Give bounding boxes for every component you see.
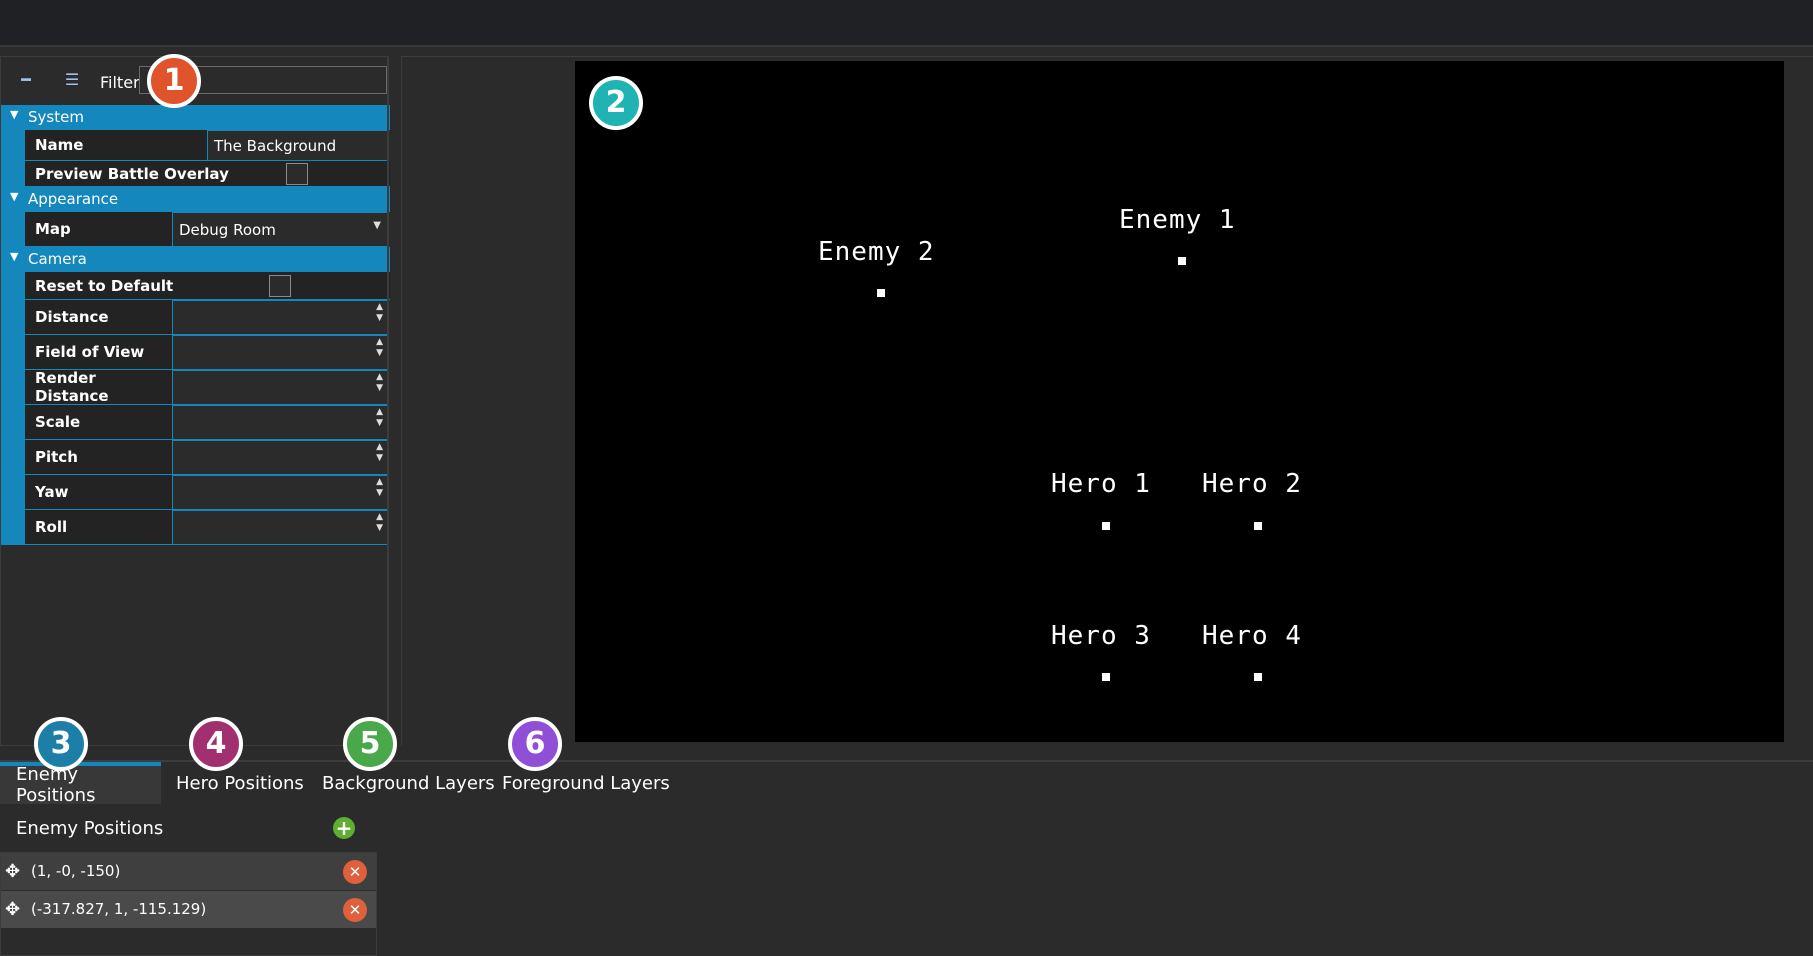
chevron-down-icon: ▼ xyxy=(10,108,19,121)
enemy-2-marker[interactable] xyxy=(877,289,885,297)
map-select[interactable]: Debug Room ▼ xyxy=(172,212,388,247)
reset-to-default-checkbox[interactable] xyxy=(269,275,291,297)
property-row-roll: Roll ▲ ▼ xyxy=(1,510,390,545)
spinner-arrows-icon[interactable]: ▲ ▼ xyxy=(376,372,383,394)
spinner-arrows-icon[interactable]: ▲ ▼ xyxy=(376,512,383,534)
preview-battle-overlay-checkbox[interactable] xyxy=(286,163,308,185)
property-row-preview: Preview Battle Overlay xyxy=(1,161,390,187)
property-label: Reset to Default xyxy=(25,272,390,300)
property-label: Yaw xyxy=(25,475,172,510)
property-label: Name xyxy=(25,130,207,161)
list-item[interactable]: ✥ (1, -0, -150) ✕ xyxy=(1,853,376,891)
minus-icon[interactable]: ━ xyxy=(15,71,37,89)
field-of-view-field[interactable]: ▲ ▼ xyxy=(172,335,388,370)
category-label: System xyxy=(28,108,84,126)
spinner-arrows-icon[interactable]: ▲ ▼ xyxy=(376,477,383,499)
hero-2-label: Hero 2 xyxy=(1202,469,1302,499)
hero-3-label: Hero 3 xyxy=(1051,621,1151,651)
list-item[interactable]: ✥ (-317.827, 1, -115.129) ✕ xyxy=(1,891,376,929)
property-panel: ━ ☰ Filter ▼ System Name The Background … xyxy=(0,56,390,746)
enemy-1-marker[interactable] xyxy=(1178,257,1186,265)
move-icon[interactable]: ✥ xyxy=(5,861,20,882)
move-icon[interactable]: ✥ xyxy=(5,899,20,920)
property-label: Roll xyxy=(25,510,172,545)
spinner-arrows-icon[interactable]: ▲ ▼ xyxy=(376,407,383,429)
property-label: Render Distance xyxy=(25,369,172,405)
hero-4-label: Hero 4 xyxy=(1202,621,1302,651)
tab-background-layers[interactable]: Background Layers xyxy=(306,762,511,804)
callout-badge-6: 6 xyxy=(508,717,562,771)
hero-1-marker[interactable] xyxy=(1102,522,1110,530)
callout-badge-3: 3 xyxy=(34,717,88,771)
property-label: Pitch xyxy=(25,440,172,475)
category-system[interactable]: ▼ System xyxy=(1,105,390,130)
callout-badge-1: 1 xyxy=(147,54,201,108)
property-row-pitch: Pitch ▲ ▼ xyxy=(1,440,390,475)
spinner-arrows-icon[interactable]: ▲ ▼ xyxy=(376,442,383,464)
position-value: (1, -0, -150) xyxy=(31,862,121,880)
category-label: Camera xyxy=(28,250,87,268)
map-select-value: Debug Room xyxy=(179,220,276,239)
name-field[interactable]: The Background xyxy=(207,130,388,161)
enemy-2-label: Enemy 2 xyxy=(818,237,935,267)
hero-3-marker[interactable] xyxy=(1102,673,1110,681)
render-distance-field[interactable]: ▲ ▼ xyxy=(172,370,388,405)
title-bar xyxy=(0,0,1813,47)
hero-4-marker[interactable] xyxy=(1254,673,1262,681)
enemy-1-label: Enemy 1 xyxy=(1119,205,1236,235)
hero-1-label: Hero 1 xyxy=(1051,469,1151,499)
callout-badge-4: 4 xyxy=(189,717,243,771)
close-icon[interactable]: ✕ xyxy=(343,898,367,922)
property-label: Preview Battle Overlay xyxy=(25,161,390,187)
property-row-scale: Scale ▲ ▼ xyxy=(1,405,390,440)
filter-label: Filter xyxy=(100,73,140,92)
chevron-down-icon: ▼ xyxy=(10,190,19,203)
distance-field[interactable]: ▲ ▼ xyxy=(172,300,388,335)
chevron-down-icon: ▼ xyxy=(373,220,381,231)
callout-badge-2: 2 xyxy=(589,76,643,130)
callout-badge-5: 5 xyxy=(343,717,397,771)
plus-icon[interactable]: + xyxy=(333,817,355,839)
property-row-reset: Reset to Default xyxy=(1,272,390,300)
property-row-map: Map Debug Room ▼ xyxy=(1,212,390,247)
property-row-fov: Field of View ▲ ▼ xyxy=(1,335,390,370)
property-label: Field of View xyxy=(25,335,172,370)
property-label: Map xyxy=(25,212,172,247)
property-row-yaw: Yaw ▲ ▼ xyxy=(1,475,390,510)
tab-foreground-layers[interactable]: Foreground Layers xyxy=(486,762,686,804)
spinner-arrows-icon[interactable]: ▲ ▼ xyxy=(376,337,383,359)
chevron-down-icon: ▼ xyxy=(10,250,19,263)
property-label: Distance xyxy=(25,300,172,335)
enemy-positions-list: ✥ (1, -0, -150) ✕ ✥ (-317.827, 1, -115.1… xyxy=(0,852,377,956)
category-appearance[interactable]: ▼ Appearance xyxy=(1,187,390,212)
list-icon[interactable]: ☰ xyxy=(61,71,83,89)
spinner-arrows-icon[interactable]: ▲ ▼ xyxy=(376,302,383,324)
roll-field[interactable]: ▲ ▼ xyxy=(172,510,388,545)
property-label: Scale xyxy=(25,405,172,440)
yaw-field[interactable]: ▲ ▼ xyxy=(172,475,388,510)
tab-enemy-positions[interactable]: Enemy Positions xyxy=(0,762,161,806)
category-label: Appearance xyxy=(28,190,119,208)
close-icon[interactable]: ✕ xyxy=(343,860,367,884)
enemy-positions-title: Enemy Positions xyxy=(16,818,164,839)
pitch-field[interactable]: ▲ ▼ xyxy=(172,440,388,475)
tab-hero-positions[interactable]: Hero Positions xyxy=(160,762,320,804)
property-row-distance: Distance ▲ ▼ xyxy=(1,300,390,335)
battle-viewport[interactable]: Enemy 1 Enemy 2 Hero 1 Hero 2 Hero 3 Her… xyxy=(575,61,1784,742)
scale-field[interactable]: ▲ ▼ xyxy=(172,405,388,440)
hero-2-marker[interactable] xyxy=(1254,522,1262,530)
property-row-name: Name The Background xyxy=(1,130,390,161)
position-value: (-317.827, 1, -115.129) xyxy=(31,900,207,918)
scrollbar[interactable] xyxy=(387,57,389,745)
category-camera[interactable]: ▼ Camera xyxy=(1,247,390,272)
property-row-render-distance: Render Distance ▲ ▼ xyxy=(1,369,390,405)
